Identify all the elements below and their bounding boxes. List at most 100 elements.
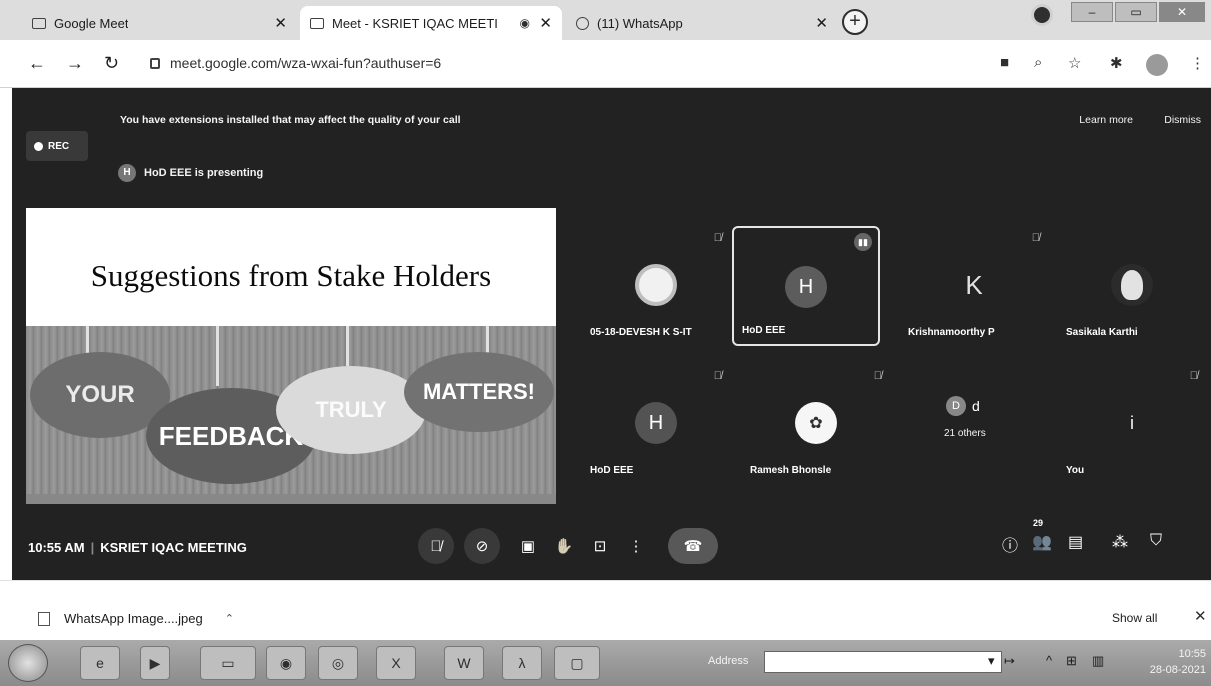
address-toolbar-input[interactable] xyxy=(764,651,1002,673)
window-icon[interactable]: ▢ xyxy=(554,646,600,680)
hanging-string xyxy=(216,326,219,386)
go-icon[interactable]: ↦ xyxy=(1004,653,1015,669)
new-tab-button[interactable]: + xyxy=(842,9,868,35)
avatar: i xyxy=(1130,412,1134,433)
ie-icon[interactable]: e xyxy=(80,646,120,680)
forward-icon[interactable]: → xyxy=(66,53,84,74)
learn-more-link[interactable]: Learn more xyxy=(1079,114,1133,126)
presenter-avatar: H xyxy=(118,164,136,182)
avatar xyxy=(1111,264,1153,306)
meeting-time: 10:55 AM xyxy=(28,540,85,555)
participant-tile-active[interactable]: ▮▮ H HoD EEE xyxy=(732,226,880,346)
meet-favicon-icon xyxy=(310,17,324,29)
minimize-button[interactable]: – xyxy=(1071,2,1113,22)
avatar xyxy=(635,264,677,306)
clock-date: 28-08-2021 xyxy=(1149,664,1206,676)
tab-label: (11) WhatsApp xyxy=(597,15,683,31)
media-player-icon[interactable]: ▶ xyxy=(140,646,170,680)
activities-icon[interactable]: ⁂ xyxy=(1112,532,1128,552)
participant-tile[interactable]: Sasikala Karthi xyxy=(1058,226,1206,346)
recording-indicator-icon: ◉ xyxy=(519,16,530,30)
mic-off-icon: 🎙̸ xyxy=(713,370,722,382)
participant-tile[interactable]: 🎙̸ ✿ Ramesh Bhonsle xyxy=(742,364,890,484)
tab-label: Google Meet xyxy=(54,15,129,31)
maximize-button[interactable]: ▭ xyxy=(1115,2,1157,22)
back-icon[interactable]: ← xyxy=(28,53,46,74)
dropdown-icon[interactable]: ▾ xyxy=(988,653,995,669)
participant-name: HoD EEE xyxy=(590,465,634,476)
tab-whatsapp[interactable]: (11) WhatsApp ✕ xyxy=(566,6,838,40)
participant-tile[interactable]: 🎙̸ H HoD EEE xyxy=(582,364,730,484)
avatar: D xyxy=(946,396,966,416)
word-icon[interactable]: W xyxy=(444,646,484,680)
tab-meet-ksriet[interactable]: Meet - KSRIET IQAC MEETI ◉ ✕ xyxy=(300,6,562,40)
extension-warning-text: You have extensions installed that may a… xyxy=(120,114,461,126)
show-all-button[interactable]: Show all xyxy=(1112,611,1157,625)
profile-photo xyxy=(1121,270,1143,300)
people-icon[interactable]: 👥 xyxy=(1032,532,1052,552)
url-text: meet.google.com/wza-wxai-fun?authuser=6 xyxy=(170,55,442,71)
folder-icon[interactable]: ▭ xyxy=(200,646,256,680)
lock-icon xyxy=(150,57,160,69)
participant-tile-others[interactable]: D d 21 others xyxy=(900,364,1048,484)
present-button[interactable]: ⊡ xyxy=(582,528,618,564)
extensions-icon[interactable]: ✱ xyxy=(1110,54,1123,72)
profile-avatar-icon[interactable] xyxy=(1146,54,1168,76)
address-label: Address xyxy=(708,655,749,667)
system-clock[interactable]: 10:55 28-08-2021 xyxy=(1144,646,1206,678)
tab-google-meet[interactable]: Google Meet ✕ xyxy=(22,6,297,40)
raise-hand-button[interactable]: ✋ xyxy=(546,528,582,564)
tray-expand-icon[interactable]: ^ xyxy=(1046,653,1052,668)
hanging-string xyxy=(346,326,349,366)
info-icon[interactable]: ⓘ xyxy=(1002,532,1018,556)
more-vert-icon: ⋮ xyxy=(628,538,644,555)
url-field[interactable]: meet.google.com/wza-wxai-fun?authuser=6 xyxy=(150,55,441,71)
firefox-icon[interactable]: ◉ xyxy=(266,646,306,680)
close-icon[interactable]: ✕ xyxy=(274,14,287,32)
slide-title: Suggestions from Stake Holders xyxy=(90,258,492,293)
pdf-reader-icon[interactable]: λ xyxy=(502,646,542,680)
excel-icon[interactable]: X xyxy=(376,646,416,680)
speech-bubble-truly: TRULY xyxy=(276,366,426,454)
chevron-up-icon[interactable]: ⌃ xyxy=(225,612,234,625)
close-icon[interactable]: ✕ xyxy=(815,14,828,32)
participant-tile-self[interactable]: 🎙̸ i You xyxy=(1058,364,1206,484)
zoom-icon[interactable]: ⌕ xyxy=(1034,54,1042,71)
participant-name: Krishnamoorthy P xyxy=(908,327,995,338)
slide-word: TRULY xyxy=(315,397,387,422)
host-controls-icon[interactable]: ⛉ xyxy=(1150,532,1162,550)
reload-icon[interactable]: ↻ xyxy=(104,53,119,74)
menu-icon[interactable]: ⋮ xyxy=(1190,54,1205,72)
participant-tile[interactable]: 🎙̸ K Krishnamoorthy P xyxy=(900,226,1048,346)
more-options-button[interactable]: ⋮ xyxy=(618,528,654,564)
presenting-text: HoD EEE is presenting xyxy=(144,167,264,179)
window-close-button[interactable]: ✕ xyxy=(1159,2,1205,22)
network-icon[interactable]: ⊞ xyxy=(1066,653,1077,669)
star-icon[interactable]: ☆ xyxy=(1068,54,1081,72)
participant-tile[interactable]: 🎙̸ 05-18-DEVESH K S-IT xyxy=(582,226,730,346)
avatar: K xyxy=(965,269,983,300)
close-icon[interactable]: ✕ xyxy=(539,14,552,32)
close-icon[interactable]: ✕ xyxy=(1194,607,1207,625)
download-item[interactable]: WhatsApp Image....jpeg ⌃ xyxy=(38,611,234,626)
slide-word: MATTERS! xyxy=(422,379,536,404)
present-screen-icon: ⊡ xyxy=(593,538,607,555)
profile-icon[interactable] xyxy=(1031,4,1053,26)
windows-taskbar: e ▶ ▭ ◉ ◎ X W λ ▢ Address ▾ ↦ ^ ⊞ ▥ 10:5… xyxy=(0,640,1211,686)
chat-icon[interactable]: ▤ xyxy=(1068,532,1083,552)
camera-toggle-button[interactable]: ⊘ xyxy=(464,528,500,564)
battery-icon[interactable]: ▥ xyxy=(1092,653,1104,669)
download-filename: WhatsApp Image....jpeg xyxy=(64,611,203,626)
dismiss-button[interactable]: Dismiss xyxy=(1164,114,1201,126)
start-button[interactable] xyxy=(8,644,48,682)
avatar: ✿ xyxy=(795,402,837,444)
avatar: H xyxy=(785,266,827,308)
chrome-icon[interactable]: ◎ xyxy=(318,646,358,680)
camera-icon[interactable]: ■ xyxy=(1000,54,1009,71)
captions-button[interactable]: ▣ xyxy=(510,528,546,564)
mic-off-icon: 🎙̸ xyxy=(1189,370,1198,382)
leave-call-button[interactable]: ☎ xyxy=(668,528,718,564)
mic-off-icon: 🎙̸ xyxy=(713,232,722,244)
mic-toggle-button[interactable]: 🎙̸ xyxy=(418,528,454,564)
mic-off-icon: 🎙̸ xyxy=(430,537,442,555)
